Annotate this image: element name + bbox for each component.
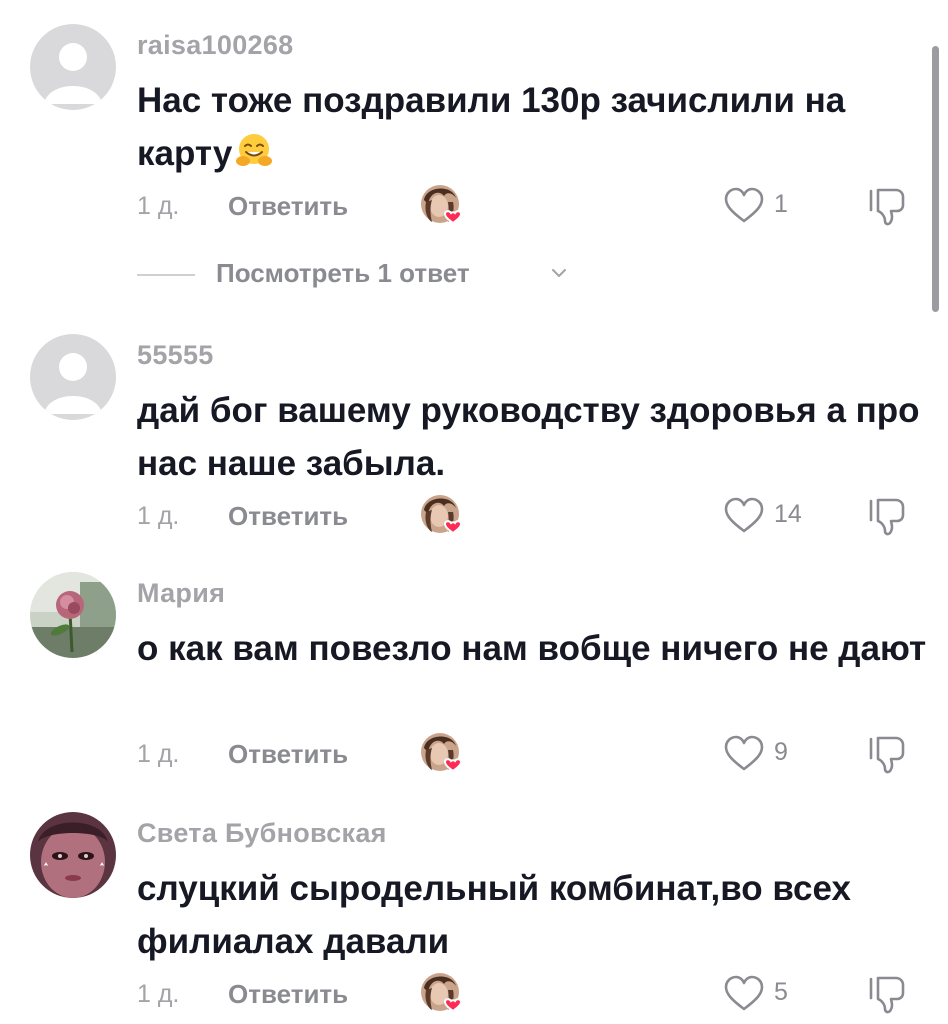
heart-outline-icon [722,734,766,774]
comment-actions: 1 д. Ответить 9 [0,736,948,776]
heart-outline-icon [722,974,766,1014]
face-photo-avatar[interactable] [30,812,116,898]
heart-outline-icon [722,496,766,536]
comment-text: дай бог вашему руководству здоровья а пр… [137,391,920,483]
creator-liked-badge-icon [418,970,466,1014]
reply-button[interactable]: Ответить [228,979,348,1010]
comment-time: 1 д. [137,192,180,220]
default-avatar[interactable] [30,24,116,110]
comment-actions: 1 д. Ответить 5 [0,976,948,1016]
comment-username[interactable]: raisa100268 [137,30,293,61]
comment-text: слуцкий сыродельный комбинат,во всех фил… [137,869,851,961]
view-replies-button[interactable]: Посмотреть 1 ответ [0,256,948,296]
like-count: 14 [774,500,802,528]
comment-time: 1 д. [137,740,180,768]
like-button[interactable]: 9 [722,734,822,774]
like-button[interactable]: 1 [722,186,822,226]
thumbs-down-icon[interactable] [866,184,910,228]
like-button[interactable]: 5 [722,974,822,1014]
reply-button[interactable]: Ответить [228,501,348,532]
rose-photo-avatar[interactable] [30,572,116,658]
default-avatar[interactable] [30,334,116,420]
reply-button[interactable]: Ответить [228,739,348,770]
comment-time: 1 д. [137,502,180,530]
comment-username[interactable]: Мария [137,578,225,609]
comment-username[interactable]: 55555 [137,340,214,371]
heart-outline-icon [722,186,766,226]
reply-button[interactable]: Ответить [228,191,348,222]
like-button[interactable]: 14 [722,496,822,536]
thumbs-down-icon[interactable] [866,732,910,776]
like-count: 9 [774,738,788,766]
comment-time: 1 д. [137,980,180,1008]
hugging-face-emoji [236,134,273,166]
like-count: 1 [774,190,788,218]
comment-actions: 1 д. Ответить 1 [0,188,948,228]
creator-liked-badge-icon [418,730,466,774]
thumbs-down-icon[interactable] [866,494,910,538]
comment-username[interactable]: Света Бубновская [137,818,387,849]
creator-liked-badge-icon [418,182,466,226]
comment-actions: 1 д. Ответить 14 [0,498,948,538]
like-count: 5 [774,978,788,1006]
chevron-down-icon [552,269,566,277]
comment-text: Нас тоже поздравили 130р зачислили на ка… [137,74,927,180]
view-replies-label: Посмотреть 1 ответ [216,258,470,288]
creator-liked-badge-icon [418,492,466,536]
divider [137,274,195,276]
comment-text: о как вам повезло нам вобще ничего не да… [137,629,927,668]
thumbs-down-icon[interactable] [866,972,910,1016]
